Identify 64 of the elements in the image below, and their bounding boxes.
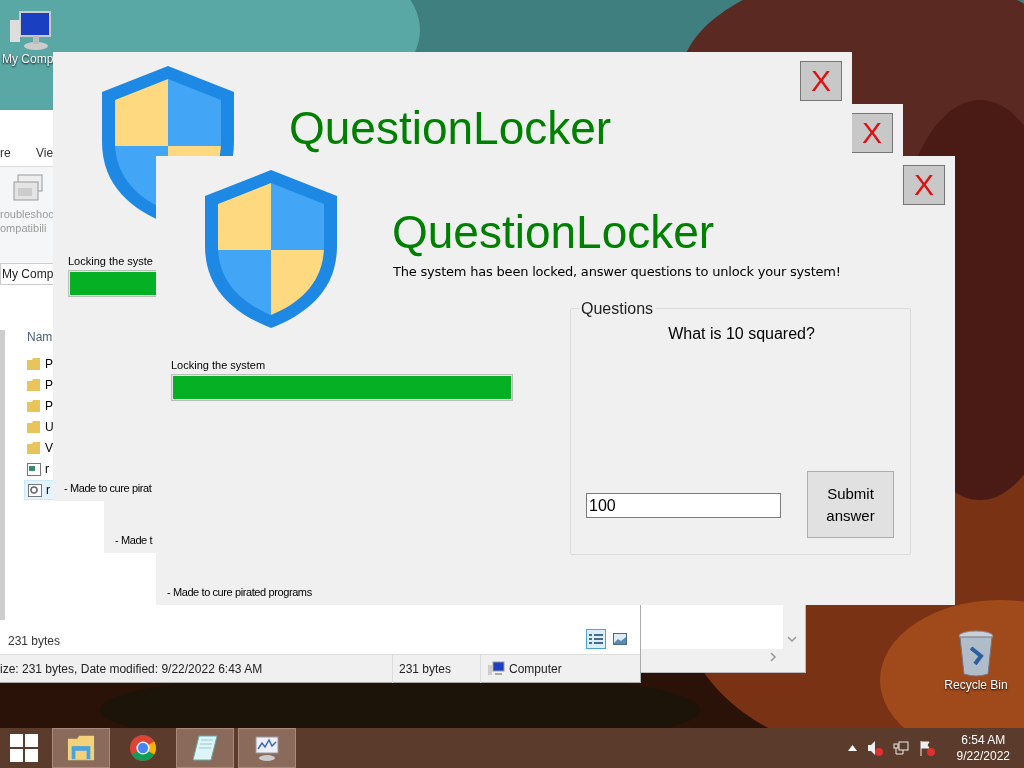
clock-date: 9/22/2022 <box>956 748 1010 764</box>
question-text: What is 10 squared? <box>667 324 816 344</box>
notepad-icon <box>191 734 219 762</box>
ribbon-tab[interactable]: Vie <box>36 144 54 162</box>
file-row[interactable]: r <box>24 459 60 479</box>
taskbar-button[interactable] <box>176 728 234 768</box>
file-name: P <box>45 356 53 373</box>
status-location: Computer <box>509 660 562 678</box>
submit-button[interactable]: Submit answer <box>807 471 894 538</box>
file-name: P <box>45 377 53 394</box>
clock-time: 6:54 AM <box>961 732 1006 748</box>
file-name: U <box>45 419 54 436</box>
ribbon-tab[interactable]: re <box>0 144 11 162</box>
folder-icon <box>27 442 41 454</box>
chevron-right-icon[interactable] <box>769 652 777 662</box>
progress-label: Locking the system <box>171 358 266 373</box>
file-row[interactable]: U <box>24 417 60 437</box>
desktop-icon-label[interactable]: Recycle Bin <box>944 678 1008 693</box>
caret-up-icon[interactable] <box>847 745 857 751</box>
app-title: QuestionLocker <box>289 101 612 156</box>
lock-message: The system has been locked, answer questions to unlock your system! <box>393 263 841 281</box>
view-button[interactable] <box>586 629 606 649</box>
scrollbar[interactable] <box>0 330 5 620</box>
image-view-icon <box>613 633 627 645</box>
computer-icon[interactable] <box>8 10 52 52</box>
windows-logo-icon <box>10 734 38 762</box>
details-view-icon <box>589 633 603 645</box>
footer-text: - Made t <box>115 533 153 548</box>
recycle-bin-icon[interactable] <box>957 630 995 678</box>
computer-icon <box>487 660 505 677</box>
status-text: ize: 231 bytes, Date modified: 9/22/2022 6:43 AM <box>0 660 264 678</box>
file-row[interactable]: P <box>24 375 60 395</box>
performance-monitor-icon <box>253 734 281 762</box>
folder-icon <box>27 400 41 412</box>
footer-text: - Made to cure pirated programs <box>167 585 312 600</box>
folder-icon <box>27 421 41 433</box>
file-name: r <box>45 461 49 478</box>
file-row[interactable]: V <box>24 438 60 458</box>
folder-icon <box>27 379 41 391</box>
file-row[interactable]: P <box>24 396 60 416</box>
file-row[interactable]: P <box>24 354 60 374</box>
file-name: P <box>45 398 53 415</box>
flag-icon[interactable] <box>918 740 935 756</box>
app-window-icon <box>27 462 41 476</box>
folder-icon <box>27 358 41 370</box>
status-size: 231 bytes <box>392 654 480 683</box>
taskbar-button[interactable] <box>238 728 296 768</box>
chevron-down-icon[interactable] <box>787 635 797 643</box>
network-icon[interactable] <box>892 740 909 756</box>
group-legend: Questions <box>579 299 656 319</box>
address-text: My Comp <box>1 266 54 283</box>
file-name: V <box>45 440 53 457</box>
file-name: r <box>46 482 50 499</box>
app-title: QuestionLocker <box>392 205 715 260</box>
folder-icon <box>67 734 95 762</box>
footer-text: - Made to cure pirat <box>64 481 152 496</box>
selection-size: 231 bytes <box>8 633 61 650</box>
speaker-muted-icon[interactable] <box>866 740 883 756</box>
browser-logo-icon <box>129 734 157 762</box>
answer-field[interactable]: 100 <box>586 493 781 518</box>
clock[interactable]: 6:54 AM 9/22/2022 <box>956 732 1010 764</box>
column-header[interactable]: Nam <box>27 328 53 346</box>
gear-file-icon <box>28 483 42 497</box>
progress-label: Locking the syste <box>68 254 153 269</box>
